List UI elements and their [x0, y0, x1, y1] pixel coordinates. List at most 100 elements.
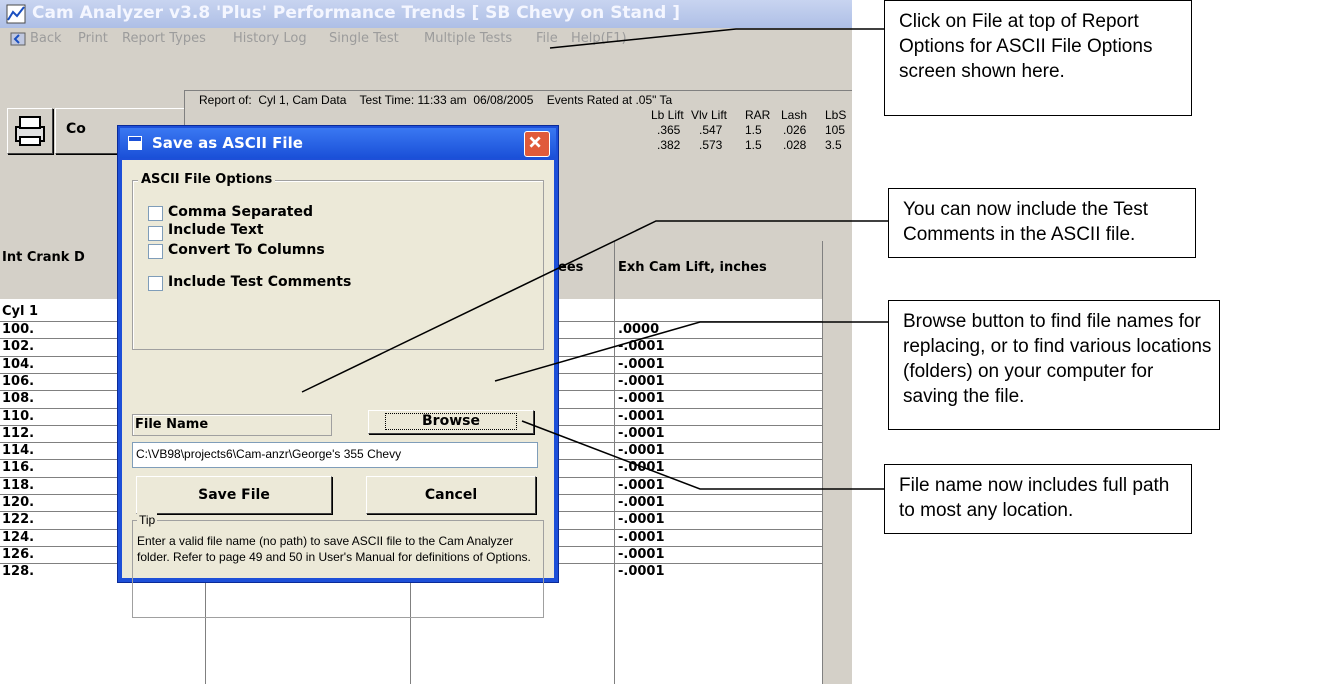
crank-degree-cell: 116. — [2, 460, 35, 476]
exh-cam-lift-cell: -.0001 — [618, 495, 665, 510]
exh-cam-lift-cell: -.0001 — [618, 408, 665, 424]
menu-bar: Back Print Report Types History Log Sing… — [0, 28, 852, 50]
file-name-value: C:\VB98\projects6\Cam-anzr\George's 355 … — [136, 447, 402, 461]
report-value: .547 — [699, 123, 723, 137]
window-title: Cam Analyzer v3.8 'Plus' Performance Tre… — [32, 3, 680, 23]
include-test-comments-label[interactable]: Include Test Comments — [168, 274, 351, 290]
menu-history-log[interactable]: History Log — [233, 31, 307, 46]
dialog-title: Save as ASCII File — [152, 134, 303, 152]
dialog-title-bar: Save as ASCII File — [120, 128, 556, 158]
menu-help[interactable]: Help(F1) — [571, 31, 627, 46]
browse-button[interactable]: Browse — [368, 410, 534, 434]
crank-degree-cell: 124. — [2, 529, 35, 545]
exh-cam-lift-cell: -.0001 — [618, 512, 665, 528]
file-name-label: File Name — [135, 417, 209, 432]
dialog-icon — [128, 136, 142, 150]
exh-cam-lift-cell: -.0001 — [618, 425, 665, 441]
ascii-options-label: ASCII File Options — [138, 172, 276, 187]
co-button-label: Co — [66, 121, 86, 137]
close-icon — [529, 136, 541, 148]
exh-cam-lift-cell: -.0001 — [618, 477, 665, 493]
dialog-close-button[interactable] — [524, 131, 550, 157]
menu-back[interactable]: Back — [30, 31, 62, 46]
report-value: .028 — [783, 138, 807, 152]
convert-to-columns-checkbox[interactable] — [148, 244, 163, 259]
col-header-degrees: ees — [558, 260, 584, 275]
crank-degree-cell: 110. — [2, 408, 35, 424]
tip-text: Enter a valid file name (no path) to sav… — [137, 534, 531, 564]
report-header-lbs: LbS — [825, 108, 847, 122]
include-test-comments-checkbox[interactable] — [148, 276, 163, 291]
file-name-label-box: File Name — [132, 414, 332, 436]
grid-column-line — [614, 241, 615, 684]
callout-browse: Browse button to find file names for rep… — [888, 300, 1220, 430]
exh-cam-lift-cell: -.0001 — [618, 339, 665, 355]
exh-cam-lift-cell: -.0001 — [618, 529, 665, 545]
include-text-checkbox[interactable] — [148, 226, 163, 241]
callout-file-name: File name now includes full path to most… — [884, 464, 1192, 534]
dialog-body: ASCII File Options Comma Separated Inclu… — [122, 160, 554, 618]
save-file-button[interactable]: Save File — [136, 476, 332, 514]
save-ascii-dialog: Save as ASCII File ASCII File Options Co… — [117, 125, 559, 618]
report-header-rar: RAR — [745, 108, 771, 122]
callout-file-menu: Click on File at top of Report Options f… — [884, 0, 1192, 116]
report-value: 1.5 — [745, 138, 762, 152]
crank-degree-cell: 100. — [2, 322, 35, 337]
crank-degree-cell: 108. — [2, 391, 35, 407]
callout-browse-text: Browse button to find file names for rep… — [903, 311, 1212, 407]
callout-file-name-text: File name now includes full path to most… — [899, 475, 1170, 521]
report-value: 1.5 — [745, 123, 762, 137]
exh-cam-lift-cell: -.0001 — [618, 443, 665, 459]
include-text-label[interactable]: Include Text — [168, 222, 264, 238]
col-header-int-crank: Int Crank D — [2, 250, 85, 265]
menu-single-test[interactable]: Single Test — [329, 31, 399, 46]
report-value: 105 — [825, 123, 846, 137]
browse-button-label: Browse — [385, 413, 517, 430]
menu-report-types[interactable]: Report Types — [122, 31, 206, 46]
exh-cam-lift-cell: -.0001 — [618, 391, 665, 407]
save-file-label: Save File — [198, 487, 270, 503]
crank-degree-cell: 114. — [2, 443, 35, 459]
crank-degree-cell: 126. — [2, 546, 35, 562]
back-icon — [10, 32, 26, 46]
menu-file[interactable]: File — [536, 31, 558, 46]
printer-icon — [15, 116, 45, 146]
col-header-exh-cam-lift: Exh Cam Lift, inches — [618, 260, 767, 275]
exh-cam-lift-cell: -.0001 — [618, 460, 665, 476]
report-value: .026 — [783, 123, 807, 137]
convert-to-columns-label[interactable]: Convert To Columns — [168, 242, 325, 258]
file-name-input[interactable]: C:\VB98\projects6\Cam-anzr\George's 355 … — [132, 442, 538, 468]
exh-cam-lift-cell: -.0001 — [618, 546, 665, 562]
exh-cam-lift-cell: .0000 — [618, 322, 660, 337]
grid-group-label: Cyl 1 — [2, 304, 39, 319]
crank-degree-cell: 128. — [2, 564, 35, 580]
exh-cam-lift-cell: -.0001 — [618, 373, 665, 389]
comma-separated-label[interactable]: Comma Separated — [168, 204, 313, 220]
title-bar: Cam Analyzer v3.8 'Plus' Performance Tre… — [0, 0, 852, 28]
report-header-lash: Lash — [781, 108, 808, 122]
cancel-button[interactable]: Cancel — [366, 476, 536, 514]
report-value: .382 — [657, 138, 681, 152]
crank-degree-cell: 102. — [2, 339, 35, 355]
callout-test-comments-text: You can now include the Test Comments in… — [903, 199, 1149, 245]
report-header-vlv-lift: Vlv Lift — [691, 108, 728, 122]
tip-group: Tip Enter a valid file name (no path) to… — [132, 513, 544, 618]
chart-icon — [6, 4, 26, 24]
crank-degree-cell: 104. — [2, 356, 35, 372]
print-button[interactable] — [7, 108, 53, 154]
cancel-label: Cancel — [424, 487, 478, 503]
grid-column-line — [822, 241, 823, 684]
crank-degree-cell: 112. — [2, 425, 35, 441]
comma-separated-checkbox[interactable] — [148, 206, 163, 221]
crank-degree-cell: 106. — [2, 373, 35, 389]
exh-cam-lift-cell: -.0001 — [618, 564, 665, 580]
callout-test-comments: You can now include the Test Comments in… — [888, 188, 1196, 258]
report-value: .573 — [699, 138, 723, 152]
report-header-lb-lift: Lb Lift — [651, 108, 684, 122]
report-value: 3.5 — [825, 138, 842, 152]
menu-print[interactable]: Print — [78, 31, 108, 46]
crank-degree-cell: 120. — [2, 495, 35, 510]
report-value: .365 — [657, 123, 681, 137]
crank-degree-cell: 118. — [2, 477, 35, 493]
menu-multiple-tests[interactable]: Multiple Tests — [424, 31, 512, 46]
